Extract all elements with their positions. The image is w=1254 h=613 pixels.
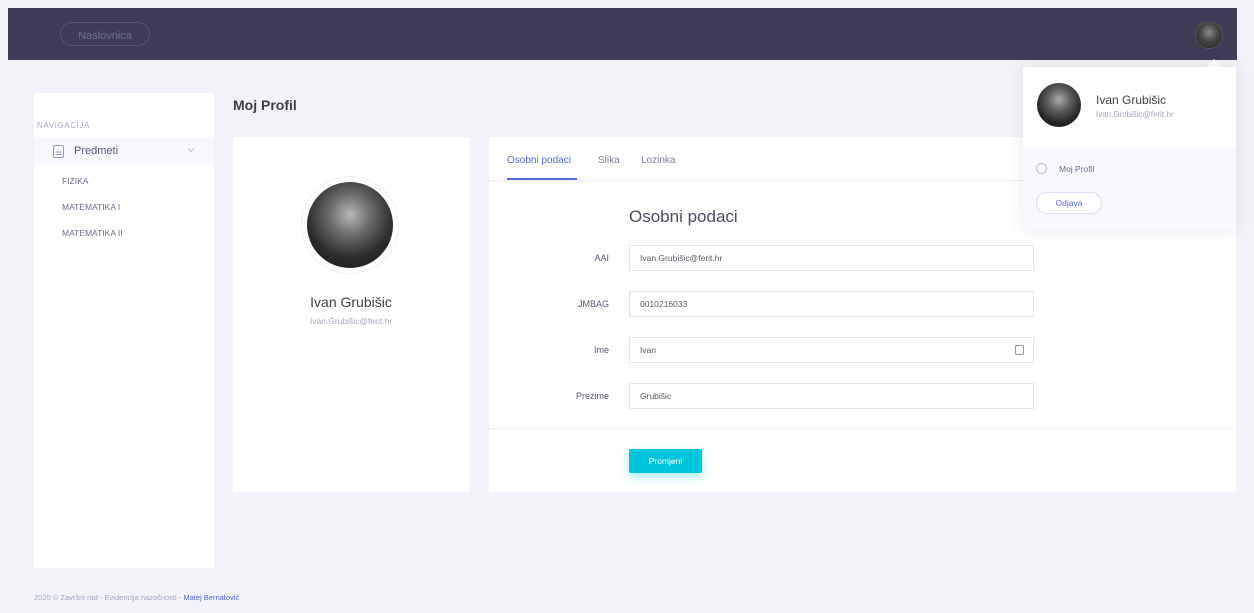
home-button[interactable]: Naslovnica [60,22,150,46]
sidebar: NAVIGACIJA Predmeti FIZIKA MATEMATIKA I … [34,93,214,568]
profile-card: Ivan Grubišic Ivan.Grubišic@ferit.hr [233,137,469,492]
logout-button[interactable]: Odjava [1036,192,1102,214]
form-title: Osobni podaci [629,207,738,226]
sidebar-subitem-fizika[interactable]: FIZIKA [62,176,88,186]
tab-slika[interactable]: Slika [598,155,620,166]
sidebar-item-label: Predmeti [74,145,119,157]
document-icon [53,144,64,158]
ime-label: Ime [593,345,609,355]
sidebar-item-predmeti[interactable]: Predmeti [34,137,214,165]
profile-email: Ivan.Grubišic@ferit.hr [309,316,393,326]
sidebar-subitem-matematika-1[interactable]: MATEMATIKA I [62,202,120,212]
my-profile-link[interactable]: Moj Profil [1036,163,1094,174]
chevron-down-icon [187,148,195,153]
tab-lozinka[interactable]: Lozinka [641,155,675,166]
author-link[interactable]: Matej Bernatović [183,593,239,602]
dropdown-user-email: Ivan.Grubišic@ferit.hr [1096,110,1174,119]
footer-text: 2020 © Završni rad - Evidencija nazočnos… [34,593,184,602]
user-dropdown: Ivan Grubišic Ivan.Grubišic@ferit.hr Moj… [1023,67,1236,230]
page-title: Moj Profil [233,97,297,113]
aai-input[interactable] [629,245,1034,271]
top-navbar: Naslovnica [8,8,1237,60]
autofill-icon[interactable] [1015,345,1024,355]
dropdown-user-name: Ivan Grubišic [1096,93,1167,107]
ime-input[interactable] [629,337,1034,363]
active-tab-indicator [507,178,577,180]
avatar [307,182,393,268]
tab-osobni-podaci[interactable]: Osobni podaci [507,155,571,166]
jmbag-label: JMBAG [577,299,609,309]
sidebar-header: NAVIGACIJA [37,121,90,130]
sidebar-subitem-matematika-2[interactable]: MATEMATIKA II [62,228,123,238]
jmbag-input[interactable] [629,291,1034,317]
avatar [1037,83,1081,127]
prezime-label: Prezime [575,391,609,401]
dropdown-header: Ivan Grubišic Ivan.Grubišic@ferit.hr [1023,67,1236,147]
aai-label: AAI [594,253,609,263]
dropdown-caret [1207,59,1221,67]
submit-button[interactable]: Promjeni [629,449,702,473]
footer: 2020 © Završni rad - Evidencija nazočnos… [34,593,239,602]
dropdown-body: Moj Profil Odjava [1023,147,1236,230]
my-profile-label: Moj Profil [1059,163,1095,174]
prezime-input[interactable] [629,383,1034,409]
profile-name: Ivan Grubišic [310,294,392,310]
avatar-frame [302,177,398,273]
user-avatar-button[interactable] [1195,21,1223,49]
form-divider [489,428,1236,429]
profile-icon [1036,163,1047,174]
